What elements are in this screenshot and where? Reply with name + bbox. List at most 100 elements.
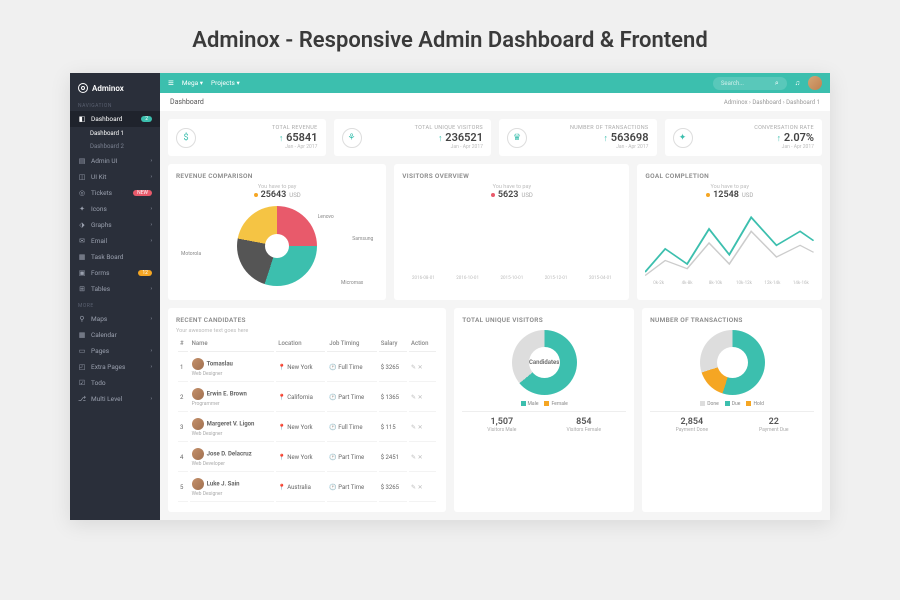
dashboard-icon: ◧ — [78, 115, 86, 123]
th-sal[interactable]: Salary — [379, 336, 407, 352]
nav-section-label: NAVIGATION — [70, 97, 160, 111]
sidebar-item-icons[interactable]: ✦Icons› — [70, 201, 160, 217]
nav-section-label: MORE — [70, 297, 160, 311]
nav-label: Pages — [91, 347, 109, 355]
edit-icon[interactable]: ✎ — [411, 484, 416, 491]
avatar — [192, 358, 204, 370]
delete-icon[interactable]: ✕ — [418, 484, 423, 491]
edit-icon[interactable]: ✎ — [411, 454, 416, 461]
sidebar-item-taskboard[interactable]: ▦Task Board — [70, 249, 160, 265]
pie-label: Motorola — [181, 251, 201, 257]
sidebar-item-pages[interactable]: ▭Pages› — [70, 343, 160, 359]
sidebar-item-email[interactable]: ✉Email› — [70, 233, 160, 249]
sidebar-item-tickets[interactable]: ◎TicketsNEW — [70, 185, 160, 201]
sidebar-item-calendar[interactable]: ▦Calendar — [70, 327, 160, 343]
x-label: 0k-2k — [645, 281, 671, 286]
x-label: 2016-08-01 — [402, 276, 444, 281]
cell-loc: 📍 New York — [276, 414, 325, 442]
chevron-icon: › — [150, 316, 152, 322]
kpi-row: $TOTAL REVENUE↑ 65841Jan - Apr 2017⚘TOTA… — [168, 119, 822, 156]
kpi-card: ⚘TOTAL UNIQUE VISITORS↑ 236521Jan - Apr … — [334, 119, 492, 156]
cell-job: 🕐 Full Time — [327, 414, 376, 442]
card-title: VISITORS OVERVIEW — [402, 172, 621, 180]
ticket-icon: ◎ — [78, 189, 86, 197]
cell-name: TomaslauWeb Designer — [190, 354, 275, 382]
candidates-table: # Name Location Job Timing Salary Action… — [176, 334, 438, 504]
projects-dropdown[interactable]: Projects ▾ — [211, 79, 240, 87]
cell-job: 🕐 Part Time — [327, 384, 376, 412]
edit-icon[interactable]: ✎ — [411, 364, 416, 371]
edit-icon[interactable]: ✎ — [411, 424, 416, 431]
card-title: GOAL COMPLETION — [645, 172, 814, 180]
visitors-value: 5623 USD — [402, 190, 621, 200]
bell-icon[interactable]: ♫ — [795, 79, 800, 87]
chevron-icon: › — [150, 222, 152, 228]
nav-label: Icons — [91, 205, 107, 213]
legend-item: Female — [544, 401, 567, 407]
unique-donut-chart: Candidates — [512, 330, 577, 395]
mega-dropdown[interactable]: Mega ▾ — [182, 79, 203, 87]
legend-item: Male — [521, 401, 539, 407]
legend-item: Hold — [746, 401, 763, 407]
th-act[interactable]: Action — [409, 336, 436, 352]
nav-label: Tables — [91, 285, 110, 293]
delete-icon[interactable]: ✕ — [418, 394, 423, 401]
nav-label: Extra Pages — [91, 363, 125, 371]
delete-icon[interactable]: ✕ — [418, 454, 423, 461]
extra-icon: ◰ — [78, 363, 86, 371]
edit-icon[interactable]: ✎ — [411, 394, 416, 401]
search-box[interactable]: ⌕ — [713, 77, 787, 90]
x-label: 2015-12-01 — [535, 276, 577, 281]
kpi-value: ↑ 563698 — [533, 131, 649, 144]
sidebar: Adminox NAVIGATION ◧Dashboard2 Dashboard… — [70, 73, 160, 520]
kpi-icon: ⚘ — [342, 128, 362, 148]
cell-sal: $ 1365 — [379, 384, 407, 412]
sidebar-item-forms[interactable]: ▣Forms12 — [70, 265, 160, 281]
card-title: NUMBER OF TRANSACTIONS — [650, 316, 814, 324]
x-label: 4k-8k — [674, 281, 700, 286]
sidebar-item-todo[interactable]: ☑Todo — [70, 375, 160, 391]
breadcrumb-bar: Dashboard Adminox › Dashboard › Dashboar… — [160, 93, 830, 111]
kpi-value: ↑ 65841 — [202, 131, 318, 144]
sidebar-sub-dashboard2[interactable]: Dashboard 2 — [70, 140, 160, 153]
sidebar-item-extra[interactable]: ◰Extra Pages› — [70, 359, 160, 375]
sidebar-item-tables[interactable]: ⊞Tables› — [70, 281, 160, 297]
th-loc[interactable]: Location — [276, 336, 325, 352]
sidebar-item-dashboard[interactable]: ◧Dashboard2 — [70, 111, 160, 127]
avatar — [192, 388, 204, 400]
kpi-sub: Jan - Apr 2017 — [699, 144, 815, 150]
delete-icon[interactable]: ✕ — [418, 424, 423, 431]
trans-legend: DoneDueHold — [650, 401, 814, 407]
cell-num: 4 — [178, 444, 188, 472]
table-row: 4Jose D. DelacruzWeb Developer📍 New York… — [178, 444, 436, 472]
x-label: 14k-16k — [788, 281, 814, 286]
delete-icon[interactable]: ✕ — [418, 364, 423, 371]
trans-stats: 2,854Payment Done 22Payment Due — [650, 411, 814, 433]
search-icon[interactable]: ⌕ — [775, 79, 779, 88]
user-avatar[interactable] — [808, 76, 822, 90]
sidebar-item-maps[interactable]: ⚲Maps› — [70, 311, 160, 327]
sidebar-item-adminui[interactable]: ▤Admin UI› — [70, 153, 160, 169]
card-title: RECENT CANDIDATES — [176, 316, 438, 324]
sidebar-item-graphs[interactable]: ⬗Graphs› — [70, 217, 160, 233]
sidebar-item-multi[interactable]: ⎇Multi Level› — [70, 391, 160, 407]
kpi-icon: ♛ — [507, 128, 527, 148]
nav-label: Forms — [91, 269, 110, 277]
stat-value: 1,507 — [487, 417, 516, 427]
th-job[interactable]: Job Timing — [327, 336, 376, 352]
th-num[interactable]: # — [178, 336, 188, 352]
forms-icon: ▣ — [78, 269, 86, 277]
table-row: 3Margeret V. LigonWeb Designer📍 New York… — [178, 414, 436, 442]
menu-toggle-icon[interactable]: ≡ — [168, 78, 174, 89]
cell-actions: ✎ ✕ — [409, 414, 436, 442]
nav-label: UI Kit — [91, 173, 106, 181]
bar-x-labels: 2016-08-012016-10-012015-10-012015-12-01… — [402, 276, 621, 281]
stat-value: 22 — [759, 417, 789, 427]
th-name[interactable]: Name — [190, 336, 275, 352]
kpi-value: ↑ 2.07% — [699, 131, 815, 144]
sidebar-sub-dashboard1[interactable]: Dashboard 1 — [70, 127, 160, 140]
sidebar-item-uikit[interactable]: ◫UI Kit› — [70, 169, 160, 185]
cell-name: Erwin E. BrownProgrammer — [190, 384, 275, 412]
search-input[interactable] — [721, 80, 771, 87]
brand-logo[interactable]: Adminox — [70, 79, 160, 97]
